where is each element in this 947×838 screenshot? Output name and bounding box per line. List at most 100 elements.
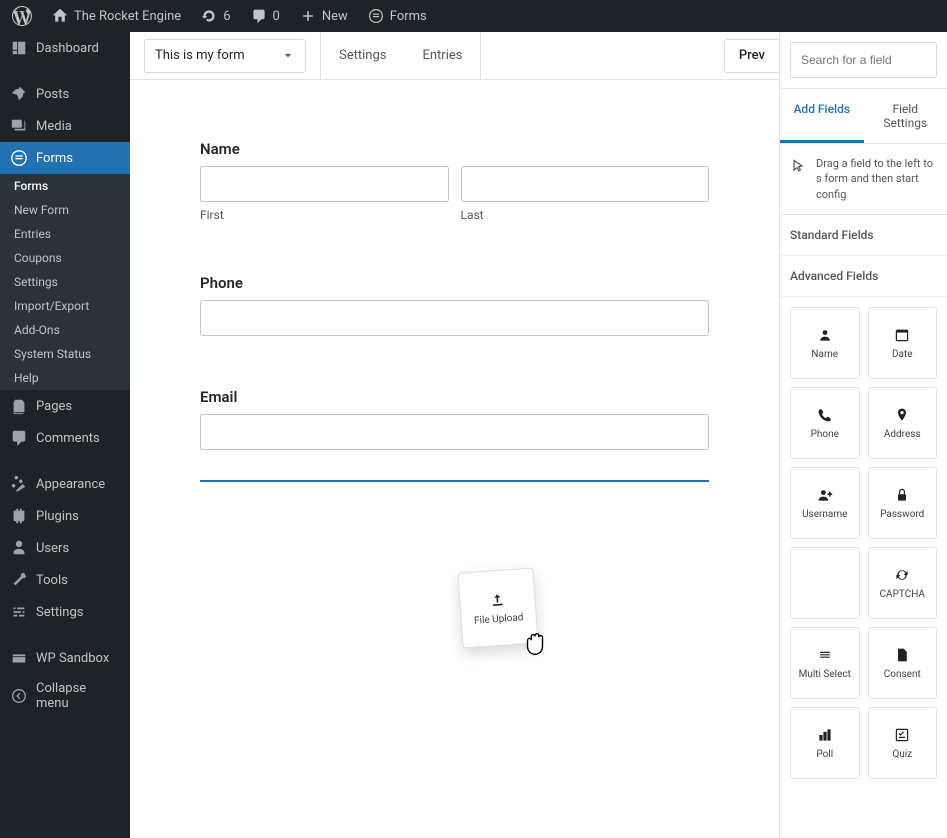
field-label: Phone [200,274,709,292]
sublabel-first: First [200,208,449,222]
form-name: This is my form [155,48,245,63]
site-name: The Rocket Engine [74,9,181,24]
field-label: Name [200,140,709,158]
comments-menu[interactable]: 0 [247,8,284,24]
tab-field-settings[interactable]: Field Settings [864,89,947,143]
preview-button[interactable]: Prev [724,39,779,73]
field-tile-quiz[interactable]: Quiz [868,707,938,779]
panel-tabs: Add Fields Field Settings [780,89,947,144]
collapse-icon [10,687,28,705]
section-standard[interactable]: Standard Fields [780,215,947,256]
sub-item-entries[interactable]: Entries [0,222,130,246]
tile-label: Multi Select [799,669,851,680]
email-input[interactable] [200,414,709,450]
sidebar-item-media[interactable]: Media [0,110,130,142]
field-tile-empty[interactable] [790,547,860,619]
sidebar-item-dashboard[interactable]: Dashboard [0,32,130,64]
sub-item-coupons[interactable]: Coupons [0,246,130,270]
document-icon [894,647,910,663]
sidebar-label: Comments [36,431,100,446]
tab-settings[interactable]: Settings [321,32,404,80]
sidebar-label: WP Sandbox [36,651,109,666]
sidebar-label: Posts [36,87,69,102]
sub-item-import-export[interactable]: Import/Export [0,294,130,318]
field-tile-date[interactable]: Date [868,307,938,379]
sub-item-addons[interactable]: Add-Ons [0,318,130,342]
updates-menu[interactable]: 6 [197,8,234,24]
forms-icon [368,8,384,24]
last-name-input[interactable] [461,166,710,202]
pages-icon [10,397,28,415]
calendar-icon [894,327,910,343]
field-tile-phone[interactable]: Phone [790,387,860,459]
sidebar-item-sandbox[interactable]: WP Sandbox [0,642,130,674]
field-phone[interactable]: Phone [200,274,709,336]
tile-label: Quiz [892,749,912,760]
list-icon [817,647,833,663]
section-advanced[interactable]: Advanced Fields [780,256,947,297]
sidebar-item-tools[interactable]: Tools [0,564,130,596]
sidebar-item-settings[interactable]: Settings [0,596,130,628]
first-name-input[interactable] [200,166,449,202]
field-tile-captcha[interactable]: CAPTCHA [868,547,938,619]
sidebar-item-collapse[interactable]: Collapse menu [0,674,130,718]
field-search-input[interactable] [790,42,937,78]
tab-add-fields[interactable]: Add Fields [780,89,864,143]
editor-tabs: Settings Entries [320,32,481,80]
dashboard-icon [10,39,28,57]
phone-input[interactable] [200,300,709,336]
user-icon [10,539,28,557]
field-tile-poll[interactable]: Poll [790,707,860,779]
new-menu[interactable]: New [296,8,352,24]
field-tile-multiselect[interactable]: Multi Select [790,627,860,699]
field-tile-name[interactable]: Name [790,307,860,379]
field-tile-username[interactable]: Username [790,467,860,539]
admin-toolbar: The Rocket Engine 6 0 New Forms [0,0,947,32]
field-label: Email [200,388,709,406]
brush-icon [10,475,28,493]
chevron-down-icon [281,49,295,63]
sub-item-settings[interactable]: Settings [0,270,130,294]
form-canvas[interactable]: Name First Last Phone [130,80,779,838]
sub-item-forms[interactable]: Forms [0,174,130,198]
help-text: Drag a field to the left to s form and t… [816,156,937,202]
forms-menu[interactable]: Forms [364,8,431,24]
sidebar-item-comments[interactable]: Comments [0,422,130,454]
drop-indicator [200,480,709,482]
wp-logo[interactable] [8,6,36,26]
main-area: This is my form Settings Entries Prev Na… [130,32,947,838]
person-icon [817,327,833,343]
editor-topbar: This is my form Settings Entries Prev [130,32,779,80]
sidebar-label: Appearance [36,477,105,492]
sidebar-item-plugins[interactable]: Plugins [0,500,130,532]
sidebar-label: Plugins [36,509,79,524]
tile-label: Phone [811,429,839,440]
sidebar-item-users[interactable]: Users [0,532,130,564]
tab-entries[interactable]: Entries [404,32,480,80]
field-tile-password[interactable]: Password [868,467,938,539]
sub-item-help[interactable]: Help [0,366,130,390]
sub-item-new-form[interactable]: New Form [0,198,130,222]
sidebar-item-appearance[interactable]: Appearance [0,468,130,500]
checklist-icon [894,727,910,743]
advanced-fields-grid: Name Date Phone Address Username Passwor… [780,297,947,789]
site-menu[interactable]: The Rocket Engine [48,8,185,24]
sub-item-system-status[interactable]: System Status [0,342,130,366]
tile-label: CAPTCHA [880,589,925,600]
sidebar-item-pages[interactable]: Pages [0,390,130,422]
plugin-icon [10,507,28,525]
help-hint: Drag a field to the left to s form and t… [780,144,947,215]
sidebar-item-posts[interactable]: Posts [0,78,130,110]
tile-label: Address [884,429,921,440]
field-tile-consent[interactable]: Consent [868,627,938,699]
sliders-icon [10,603,28,621]
home-icon [52,8,68,24]
field-name[interactable]: Name First Last [200,140,709,222]
plus-icon [300,8,316,24]
form-selector[interactable]: This is my form [144,39,306,73]
field-tile-address[interactable]: Address [868,387,938,459]
sidebar-label: Users [36,541,69,556]
field-email[interactable]: Email [200,388,709,450]
sidebar-item-forms[interactable]: Forms [0,142,130,174]
grab-cursor-icon [520,628,550,658]
